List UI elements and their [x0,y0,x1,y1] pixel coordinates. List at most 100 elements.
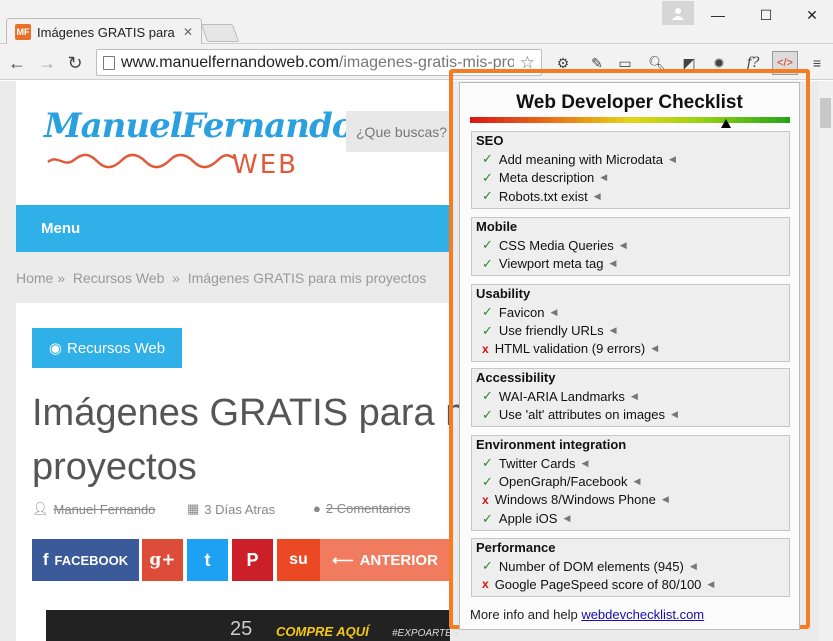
checklist-item[interactable]: ✓ WAI-ARIA Landmarks ◀ [482,388,638,404]
gplus-share-button[interactable]: g+ [142,539,183,581]
checklist-section: SEO ✓ Add meaning with Microdata ◀ ✓ Meta des… [471,131,790,209]
site-logo[interactable]: ManuelFernando [44,106,354,146]
arrow-left-icon: ⟵ [332,552,354,569]
facebook-icon: f [42,550,49,569]
checklist-item[interactable]: ✓ Robots.txt exist ◀ [482,188,601,204]
check-icon: ✓ [482,510,493,526]
check-icon: ✓ [482,188,493,203]
checklist-item[interactable]: x Windows 8/Windows Phone ◀ [482,492,669,507]
minimize-icon[interactable]: — [700,4,736,26]
breadcrumb-home[interactable]: Home [16,270,53,286]
check-icon: ✓ [482,322,493,338]
checklist-item[interactable]: ✓ Apple iOS ◀ [482,511,570,527]
checklist-item[interactable]: ✓ OpenGraph/Facebook ◀ [482,474,640,490]
user-icon: 👤︎ [32,501,49,516]
twitter-share-button[interactable]: t [187,539,228,581]
menu-bar[interactable]: Menu [16,205,450,252]
expand-arrow-icon[interactable]: ◀ [651,343,658,354]
checklist-item[interactable]: x Google PageSpeed score of 80/100 ◀ [482,577,714,592]
checklist-section: Performance ✓ Number of DOM elements (945)… [471,538,790,597]
menu-label[interactable]: Menu [41,220,80,237]
comments-meta[interactable]: ● 2 Comentarios [313,501,410,516]
expand-arrow-icon[interactable]: ◀ [631,391,638,402]
check-icon: ✓ [482,255,493,271]
expand-arrow-icon[interactable]: ◀ [600,172,607,183]
browser-tab[interactable]: MF Imágenes GRATIS para mis ✕ [6,18,202,45]
breadcrumb-section[interactable]: Recursos Web [73,270,165,286]
checklist-item-label: CSS Media Queries [498,237,614,253]
checklist-item-label: Robots.txt exist [498,188,588,204]
expand-arrow-icon[interactable]: ◀ [594,191,601,202]
checklist-item[interactable]: x HTML validation (9 errors) ◀ [482,341,658,356]
checklist-help-link[interactable]: webdevchecklist.com [581,607,704,622]
checklist-item[interactable]: ✓ Favicon ◀ [482,304,557,320]
stumbleupon-share-button[interactable]: su [277,539,320,581]
reload-icon[interactable]: ↻ [64,52,86,74]
checklist-item-label: Meta description [498,170,595,185]
expand-arrow-icon[interactable]: ◀ [669,154,676,165]
expand-arrow-icon[interactable]: ◀ [581,458,588,469]
check-icon: ✓ [482,237,493,252]
date-meta: ▦ 3 Días Atras [187,501,276,517]
cross-icon: x [482,492,489,507]
expand-arrow-icon[interactable]: ◀ [563,513,570,524]
new-tab-button[interactable] [200,24,240,42]
checklist-section-title: SEO [476,133,504,148]
maximize-icon[interactable]: ☐ [748,4,784,26]
page-icon [103,55,115,70]
checklist-item[interactable]: ✓ CSS Media Queries ◀ [482,237,627,253]
check-icon: ✓ [482,406,493,422]
scrollbar-thumb[interactable] [820,98,831,128]
expand-arrow-icon[interactable]: ◀ [707,579,714,590]
expand-arrow-icon[interactable]: ◀ [610,325,617,336]
checklist-item[interactable]: ✓ Meta description ◀ [482,170,607,186]
search-input[interactable]: ¿Que buscas? [346,111,450,152]
checklist-item[interactable]: ✓ Twitter Cards ◀ [482,455,588,471]
cross-icon: x [482,341,489,356]
author-meta[interactable]: 👤︎ Manuel Fernando [32,501,155,517]
checklist-item-label: WAI-ARIA Landmarks [498,388,625,404]
checklist-section-title: Mobile [476,219,518,234]
previous-post-button[interactable]: ⟵ ANTERIOR [320,539,450,581]
checklist-title: Web Developer Checklist [516,92,743,113]
checklist-section: Mobile ✓ CSS Media Queries ◀ ✓ Viewport meta … [471,217,790,276]
forward-icon[interactable]: → [36,52,58,74]
expand-arrow-icon[interactable]: ◀ [609,258,616,269]
checklist-item-label: Use 'alt' attributes on images [498,407,666,422]
back-icon[interactable]: ← [6,52,28,74]
check-icon: ✓ [482,151,493,166]
checklist-section-title: Environment integration [476,437,627,452]
stumbleupon-icon: su [289,551,308,568]
scrollbar[interactable] [818,81,833,641]
check-icon: ✓ [482,169,493,185]
checklist-item[interactable]: ✓ Use friendly URLs ◀ [482,323,617,339]
expand-arrow-icon[interactable]: ◀ [690,561,697,572]
comment-icon: ● [313,501,321,516]
checklist-item-label: Add meaning with Microdata [498,151,663,167]
tab-title: Imágenes GRATIS para mis [37,24,177,40]
close-tab-icon[interactable]: ✕ [183,25,193,39]
check-icon: ✓ [482,558,493,573]
pinterest-share-button[interactable]: P [232,539,273,581]
breadcrumb-current: Imágenes GRATIS para mis proyectos [187,270,427,286]
checklist-item[interactable]: ✓ Add meaning with Microdata ◀ [482,151,676,167]
checklist-item[interactable]: ✓ Use 'alt' attributes on images ◀ [482,407,678,423]
expand-arrow-icon[interactable]: ◀ [634,476,641,487]
twitter-icon: t [204,549,211,570]
expand-arrow-icon[interactable]: ◀ [550,307,557,318]
checklist-item-label: OpenGraph/Facebook [498,474,628,489]
checklist-item[interactable]: ✓ Viewport meta tag ◀ [482,256,616,272]
check-icon: ✓ [482,388,493,403]
close-window-icon[interactable]: ✕ [794,4,830,26]
facebook-share-button[interactable]: f FACEBOOK [32,539,139,581]
expand-arrow-icon[interactable]: ◀ [671,409,678,420]
category-button[interactable]: ◉ Recursos Web [32,328,182,368]
checklist-item[interactable]: ✓ Number of DOM elements (945) ◀ [482,558,697,574]
user-profile-icon[interactable] [662,1,694,25]
expand-arrow-icon[interactable]: ◀ [620,240,627,251]
checklist-item-label: Windows 8/Windows Phone [494,492,656,507]
expand-arrow-icon[interactable]: ◀ [662,494,669,505]
check-icon: ✓ [482,304,493,319]
score-marker [721,119,731,128]
checklist-section: Usability ✓ Favicon ◀ ✓ Use friendly URLs ◀ x HT… [471,284,790,362]
